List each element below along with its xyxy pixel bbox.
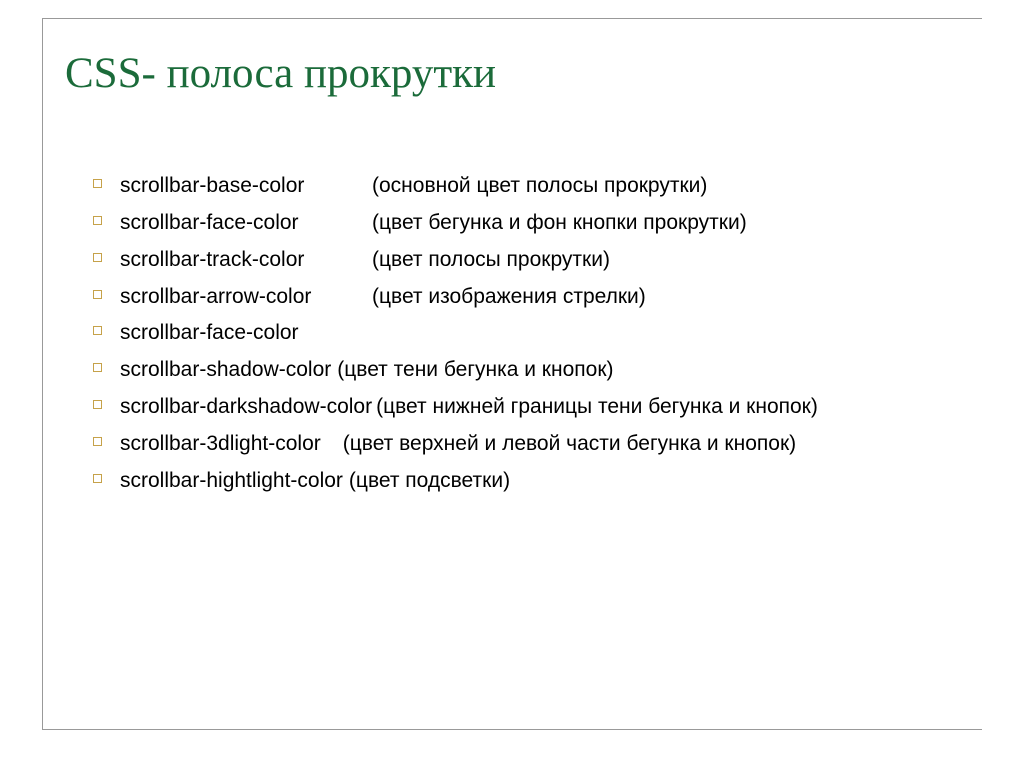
property-name: scrollbar-track-color bbox=[120, 246, 372, 274]
bullet-icon bbox=[93, 290, 102, 299]
property-name: scrollbar-shadow-color bbox=[120, 356, 331, 384]
property-desc: (цвет тени бегунка и кнопок) bbox=[337, 356, 613, 384]
property-desc: (цвет подсветки) bbox=[349, 467, 510, 495]
bullet-icon bbox=[93, 437, 102, 446]
bullet-list: scrollbar-base-color (основной цвет поло… bbox=[43, 98, 982, 495]
list-item: scrollbar-shadow-color (цвет тени бегунк… bbox=[93, 356, 982, 384]
list-item: scrollbar-arrow-color (цвет изображения … bbox=[93, 283, 982, 311]
bullet-icon bbox=[93, 179, 102, 188]
property-name: scrollbar-base-color bbox=[120, 172, 372, 200]
bullet-icon bbox=[93, 400, 102, 409]
property-desc: (цвет бегунка и фон кнопки прокрутки) bbox=[372, 209, 747, 237]
list-item: scrollbar-face-color bbox=[93, 319, 982, 347]
property-name: scrollbar-darkshadow-color bbox=[120, 393, 372, 421]
property-desc: (цвет изображения стрелки) bbox=[372, 283, 646, 311]
list-item: scrollbar-base-color (основной цвет поло… bbox=[93, 172, 982, 200]
property-desc: (цвет полосы прокрутки) bbox=[372, 246, 610, 274]
property-name: scrollbar-arrow-color bbox=[120, 283, 372, 311]
list-item: scrollbar-hightlight-color (цвет подсвет… bbox=[93, 467, 982, 495]
bullet-icon bbox=[93, 326, 102, 335]
list-item: scrollbar-track-color (цвет полосы прокр… bbox=[93, 246, 982, 274]
property-name: scrollbar-hightlight-color bbox=[120, 467, 343, 495]
property-desc: (основной цвет полосы прокрутки) bbox=[372, 172, 707, 200]
slide-title: CSS- полоса прокрутки bbox=[43, 19, 982, 98]
bullet-icon bbox=[93, 253, 102, 262]
property-desc: (цвет нижней границы тени бегунка и кноп… bbox=[376, 393, 818, 421]
list-item: scrollbar-darkshadow-color (цвет нижней … bbox=[93, 393, 982, 421]
property-name: scrollbar-face-color bbox=[120, 319, 299, 347]
property-desc: (цвет верхней и левой части бегунка и кн… bbox=[343, 430, 796, 458]
list-item: scrollbar-face-color (цвет бегунка и фон… bbox=[93, 209, 982, 237]
slide-frame: CSS- полоса прокрутки scrollbar-base-col… bbox=[42, 18, 982, 730]
bullet-icon bbox=[93, 216, 102, 225]
property-name: scrollbar-3dlight-color bbox=[120, 430, 321, 458]
bullet-icon bbox=[93, 363, 102, 372]
property-name: scrollbar-face-color bbox=[120, 209, 372, 237]
bullet-icon bbox=[93, 474, 102, 483]
list-item: scrollbar-3dlight-color (цвет верхней и … bbox=[93, 430, 982, 458]
